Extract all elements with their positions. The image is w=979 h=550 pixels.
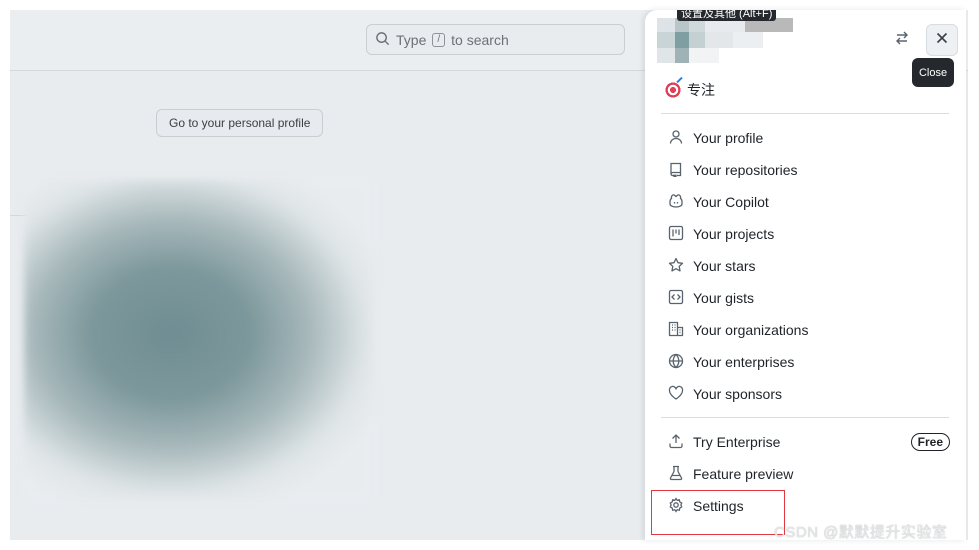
search-input[interactable]: Type / to search	[366, 24, 625, 55]
go-to-profile-button[interactable]: Go to your personal profile	[156, 109, 324, 137]
menu-item-feature-preview[interactable]: Feature preview	[665, 458, 950, 490]
menu-item-label: Your sponsors	[693, 386, 782, 402]
free-badge: Free	[910, 433, 950, 451]
upload-icon	[668, 433, 684, 452]
menu-item-label: Your gists	[693, 290, 754, 306]
menu-item-label: Your organizations	[693, 322, 809, 338]
menu-item-label: Your repositories	[693, 162, 798, 178]
close-button[interactable]	[926, 24, 958, 56]
organization-icon	[668, 321, 684, 340]
watermark: CSDN @默默提升实验室	[774, 524, 948, 541]
menu-item-gists[interactable]: Your gists	[665, 282, 950, 314]
arrow-switch-icon	[894, 30, 910, 51]
menu-item-organizations[interactable]: Your organizations	[665, 314, 950, 346]
menu-item-stars[interactable]: Your stars	[665, 250, 950, 282]
menu-group-primary: Your profile Your repositories Your Copi…	[665, 122, 950, 410]
search-shortcut-key: /	[432, 32, 446, 47]
menu-item-label: Try Enterprise	[693, 434, 781, 450]
status-item[interactable]: 专注	[665, 78, 715, 102]
settings-highlight-box	[651, 490, 785, 535]
search-prefix: Type	[396, 31, 427, 48]
menu-divider	[661, 113, 949, 114]
search-suffix: to search	[451, 31, 509, 48]
menu-item-sponsors[interactable]: Your sponsors	[665, 378, 950, 410]
person-icon	[668, 129, 684, 148]
switch-account-button[interactable]	[886, 24, 918, 56]
status-label: 专注	[687, 82, 715, 98]
pixelated-avatar	[657, 18, 793, 63]
repo-icon	[668, 161, 684, 180]
heart-icon	[668, 385, 684, 404]
star-icon	[668, 257, 684, 276]
menu-item-projects[interactable]: Your projects	[665, 218, 950, 250]
close-icon	[934, 30, 950, 51]
menu-item-label: Feature preview	[693, 466, 794, 482]
close-tooltip: Close	[912, 58, 954, 87]
project-icon	[668, 225, 684, 244]
menu-divider	[661, 417, 949, 418]
menu-item-copilot[interactable]: Your Copilot	[665, 186, 950, 218]
target-emoji-icon	[665, 82, 681, 98]
beaker-icon	[668, 465, 684, 484]
menu-tooltip: 设置及其他 (Alt+F)	[677, 10, 777, 21]
menu-item-label: Your stars	[693, 258, 756, 274]
copilot-icon	[668, 193, 684, 212]
menu-item-label: Your enterprises	[693, 354, 795, 370]
menu-item-label: Your projects	[693, 226, 775, 242]
menu-item-repositories[interactable]: Your repositories	[665, 154, 950, 186]
menu-item-label: Your profile	[693, 130, 764, 146]
search-icon	[375, 31, 390, 49]
code-square-icon	[668, 289, 684, 308]
menu-item-label: Your Copilot	[693, 194, 769, 210]
blurred-avatar	[24, 180, 374, 500]
menu-item-try-enterprise[interactable]: Try Enterprise Free	[665, 426, 950, 458]
globe-icon	[668, 353, 684, 372]
menu-item-profile[interactable]: Your profile	[665, 122, 950, 154]
menu-item-enterprises[interactable]: Your enterprises	[665, 346, 950, 378]
